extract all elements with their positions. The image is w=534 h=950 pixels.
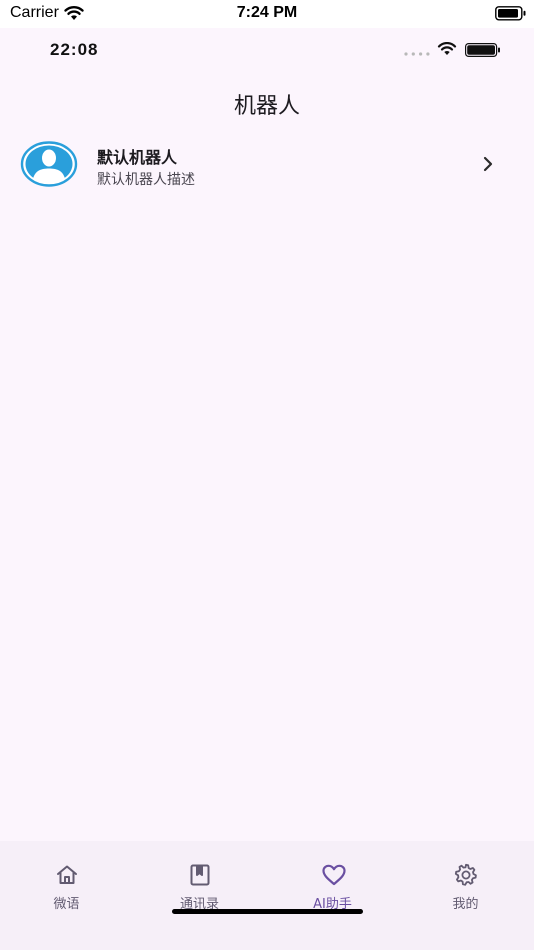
- bot-description: 默认机器人描述: [97, 172, 195, 188]
- gear-icon: [454, 863, 477, 886]
- user-avatar-icon: [20, 141, 78, 187]
- app-battery-icon: [465, 43, 500, 57]
- home-icon: [57, 865, 77, 884]
- heart-icon: [322, 864, 346, 886]
- system-time: 7:24 PM: [236, 4, 298, 21]
- system-status-bar: Carrier 7:24 PM: [0, 0, 534, 28]
- bookmark-book-icon: [190, 864, 210, 886]
- app-wifi-icon: [437, 42, 457, 55]
- app-status-time: 22:08: [50, 40, 99, 59]
- bot-list-item[interactable]: 默认机器人 默认机器人描述: [0, 133, 534, 207]
- bottom-navigation: 微语 通讯录 AI助手 我的: [0, 841, 534, 950]
- page-title: 机器人: [233, 94, 300, 119]
- home-indicator: [172, 909, 363, 914]
- tab-mine[interactable]: 我的: [399, 841, 532, 921]
- app-screen: 22:08 机器人 默认机器人 默认机器人描述 微语 通讯录 AI助手 我的: [0, 28, 534, 950]
- tab-weiyu[interactable]: 微语: [0, 841, 133, 921]
- tab-label-mine: 我的: [452, 897, 479, 912]
- signal-dots-icon: [404, 52, 430, 56]
- battery-icon: [495, 6, 526, 21]
- chevron-right-icon: [483, 156, 493, 172]
- bot-name: 默认机器人: [97, 148, 178, 167]
- tab-label-weiyu: 微语: [53, 897, 80, 912]
